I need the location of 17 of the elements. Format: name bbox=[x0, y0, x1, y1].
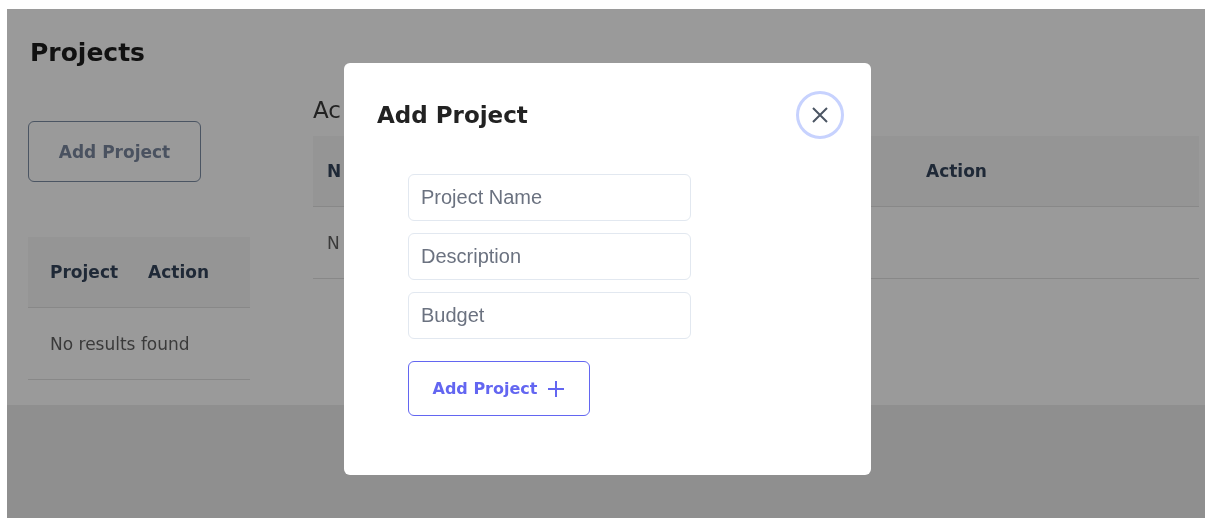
column-header: Action bbox=[148, 262, 210, 282]
column-header: Project bbox=[50, 262, 119, 282]
column-header: N bbox=[327, 161, 343, 181]
plus-icon bbox=[547, 379, 566, 398]
input-field[interactable]: Project Name bbox=[408, 174, 691, 221]
column-header: Action bbox=[926, 161, 987, 181]
input-field[interactable]: Budget bbox=[408, 292, 691, 339]
close-button[interactable] bbox=[796, 91, 844, 139]
page-title: Projects bbox=[30, 37, 146, 69]
section-heading: Ac bbox=[313, 96, 341, 125]
input-field[interactable]: Description bbox=[408, 233, 691, 280]
add-project-button[interactable]: Add Project bbox=[408, 361, 590, 416]
close-icon bbox=[810, 105, 830, 125]
table-cell: N bbox=[327, 232, 340, 253]
add-project-button[interactable]: Add Project bbox=[28, 121, 201, 182]
modal-title: Add Project bbox=[377, 102, 528, 128]
empty-message: No results found bbox=[50, 333, 190, 354]
